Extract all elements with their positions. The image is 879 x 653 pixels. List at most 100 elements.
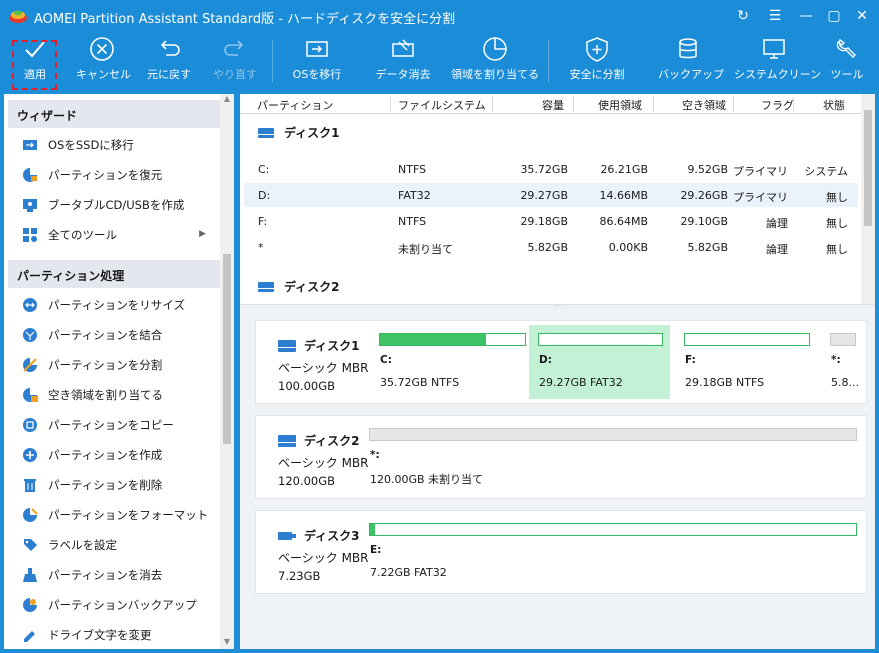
sidebar-item-recover-partition[interactable]: パーティションを復元 bbox=[4, 160, 234, 190]
sidebar-item-label-set[interactable]: ラベルを設定 bbox=[4, 530, 234, 560]
sidebar-scrollbar[interactable]: ▲ ▼ bbox=[220, 94, 234, 649]
wizard-section-title: ウィザード bbox=[8, 100, 222, 128]
allocate-space-button[interactable]: 領域を割り当てる bbox=[450, 36, 540, 88]
col-capacity[interactable]: 容量 bbox=[542, 97, 564, 113]
cell-status: 無し bbox=[826, 243, 848, 256]
cell-status: システム bbox=[804, 165, 848, 178]
partition-table: パーティション ファイルシステム 容量 使用領域 空き領域 フラグ 状態 ディス… bbox=[240, 94, 875, 304]
tools-button[interactable]: ツール bbox=[828, 36, 866, 88]
tools-label: ツール bbox=[830, 68, 864, 81]
refresh-icon[interactable]: ↻ bbox=[733, 6, 753, 26]
sidebar-item-resize[interactable]: パーティションをリサイズ bbox=[4, 290, 234, 320]
shield-icon bbox=[586, 37, 608, 62]
migrate-os-button[interactable]: OSを移行 bbox=[290, 36, 344, 88]
disk-name: ディスク3 bbox=[278, 527, 360, 544]
col-status[interactable]: 状態 bbox=[823, 97, 845, 113]
format-icon bbox=[23, 508, 38, 522]
col-free[interactable]: 空き領域 bbox=[682, 97, 726, 113]
table-scrollbar[interactable] bbox=[861, 94, 875, 304]
sidebar-item-create[interactable]: パーティションを作成 bbox=[4, 440, 234, 470]
disk-name-text: ディスク3 bbox=[304, 529, 360, 543]
system-clean-button[interactable]: システムクリーン bbox=[734, 36, 821, 88]
usage-bar bbox=[379, 333, 526, 346]
scroll-up-icon[interactable]: ▲ bbox=[220, 94, 234, 106]
apply-button[interactable]: 適用 bbox=[13, 36, 57, 88]
cell-free: 29.10GB bbox=[680, 215, 728, 228]
cell-fs: FAT32 bbox=[398, 189, 431, 202]
redo-button[interactable]: やり直す bbox=[210, 36, 260, 88]
partition-block-c[interactable]: C: 35.72GB NTFS bbox=[370, 325, 526, 399]
col-partition[interactable]: パーティション bbox=[257, 97, 333, 113]
disk-card-1[interactable]: ディスク1 ベーシック MBR 100.00GB C: 35.72GB NTFS… bbox=[255, 320, 867, 404]
backup-button[interactable]: バックアップ bbox=[658, 36, 724, 88]
sidebar-item-copy[interactable]: パーティションをコピー bbox=[4, 410, 234, 440]
maximize-icon[interactable]: ▢ bbox=[824, 6, 844, 26]
hard-disk-icon bbox=[278, 434, 296, 447]
table-row[interactable]: F: NTFS 29.18GB 86.64MB 29.10GB 論理 無し bbox=[244, 209, 858, 233]
disk-card-3[interactable]: ディスク3 ベーシック MBR 7.23GB E: 7.22GB FAT32 bbox=[255, 510, 867, 594]
sidebar-scroll-thumb[interactable] bbox=[223, 254, 231, 444]
backup-label: バックアップ bbox=[658, 68, 724, 81]
disk1-group-label[interactable]: ディスク1 bbox=[258, 124, 340, 141]
sidebar-item-backup[interactable]: パーティションバックアップ bbox=[4, 590, 234, 620]
col-flag[interactable]: フラグ bbox=[761, 97, 794, 113]
partition-block-e[interactable]: E: 7.22GB FAT32 bbox=[360, 515, 864, 589]
disk-type: ベーシック MBR bbox=[278, 456, 369, 470]
cell-partition: F: bbox=[258, 215, 268, 228]
sidebar-item-split[interactable]: パーティションを分割 bbox=[4, 350, 234, 380]
title-bar: AOMEI Partition Assistant Standard版 - ハー… bbox=[0, 0, 879, 32]
partition-letter: *: bbox=[831, 354, 841, 366]
sidebar-item-label: パーティションバックアップ bbox=[48, 598, 197, 612]
close-icon[interactable]: ✕ bbox=[852, 6, 872, 26]
recover-icon bbox=[23, 168, 37, 182]
table-row[interactable]: C: NTFS 35.72GB 26.21GB 9.52GB プライマリ システ… bbox=[244, 157, 858, 181]
safe-split-button[interactable]: 安全に分割 bbox=[566, 36, 628, 88]
sidebar-item-merge[interactable]: パーティションを結合 bbox=[4, 320, 234, 350]
minimize-icon[interactable]: — bbox=[796, 6, 816, 26]
partition-block-unallocated[interactable]: *: 5.8... bbox=[821, 325, 865, 399]
cancel-button[interactable]: キャンセル bbox=[76, 36, 131, 88]
partition-block-f[interactable]: F: 29.18GB NTFS bbox=[675, 325, 817, 399]
sidebar-item-all-tools[interactable]: 全てのツール ▶ bbox=[4, 220, 234, 250]
partition-block-d[interactable]: D: 29.27GB FAT32 bbox=[529, 325, 670, 399]
sidebar-item-bootable-media[interactable]: ブータブルCD/USBを作成 bbox=[4, 190, 234, 220]
col-filesystem[interactable]: ファイルシステム bbox=[398, 97, 486, 113]
table-row[interactable]: D: FAT32 29.27GB 14.66MB 29.26GB プライマリ 無… bbox=[244, 183, 858, 207]
usage-fill bbox=[380, 334, 486, 345]
disk-name: ディスク2 bbox=[278, 432, 360, 449]
allocate-icon bbox=[23, 388, 38, 402]
delete-icon bbox=[24, 479, 36, 492]
sidebar-item-migrate-os[interactable]: OSをSSDに移行 bbox=[4, 130, 234, 160]
app-logo-icon bbox=[9, 10, 27, 23]
migrate-os-label: OSを移行 bbox=[292, 68, 342, 81]
sidebar-item-format[interactable]: パーティションをフォーマット bbox=[4, 500, 234, 530]
hard-disk-icon bbox=[258, 281, 274, 292]
cell-capacity: 35.72GB bbox=[520, 163, 568, 176]
partition-block-unallocated[interactable]: *: 120.00GB 未割り当て bbox=[360, 420, 864, 494]
disk-size: 120.00GB bbox=[278, 474, 336, 488]
sidebar-item-wipe[interactable]: パーティションを消去 bbox=[4, 560, 234, 590]
sidebar-item-drive-letter[interactable]: ドライブ文字を変更 bbox=[4, 620, 234, 649]
undo-button[interactable]: 元に戻す bbox=[144, 36, 194, 88]
drive-letter-icon bbox=[24, 631, 35, 642]
cell-used: 14.66MB bbox=[599, 189, 648, 202]
disk2-label-text: ディスク2 bbox=[284, 280, 340, 294]
toolbar-divider bbox=[272, 40, 273, 82]
split-icon bbox=[23, 358, 37, 372]
table-scroll-thumb[interactable] bbox=[864, 110, 872, 226]
wipe-data-button[interactable]: データ消去 bbox=[372, 36, 434, 88]
sidebar-item-allocate[interactable]: 空き領域を割り当てる bbox=[4, 380, 234, 410]
cell-used: 0.00KB bbox=[608, 241, 648, 254]
disk-card-2[interactable]: ディスク2 ベーシック MBR 120.00GB *: 120.00GB 未割り… bbox=[255, 415, 867, 499]
sidebar-item-label: パーティションを復元 bbox=[48, 168, 163, 182]
disk-size: 100.00GB bbox=[278, 379, 336, 393]
menu-icon[interactable]: ☰ bbox=[765, 6, 785, 26]
disk2-group-label[interactable]: ディスク2 bbox=[258, 278, 340, 295]
label-icon bbox=[24, 539, 37, 551]
usage-bar bbox=[369, 428, 857, 441]
col-used[interactable]: 使用領域 bbox=[598, 97, 642, 113]
sidebar-item-delete[interactable]: パーティションを削除 bbox=[4, 470, 234, 500]
checkmark-icon bbox=[25, 41, 45, 58]
table-row[interactable]: * 未割り当て 5.82GB 0.00KB 5.82GB 論理 無し bbox=[244, 235, 858, 259]
scroll-down-icon[interactable]: ▼ bbox=[220, 637, 234, 649]
